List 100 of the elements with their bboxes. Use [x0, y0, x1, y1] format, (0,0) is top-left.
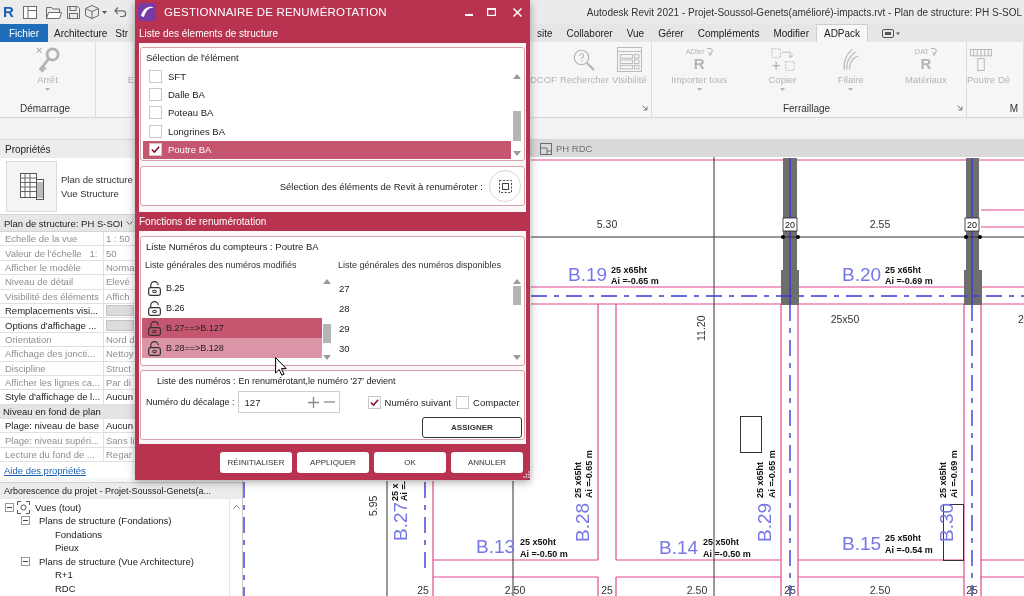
property-name: Lecture du fond de ...: [4, 449, 96, 461]
tree-item[interactable]: Plans de structure (Vue Architecture): [39, 555, 194, 567]
ribbon-tab[interactable]: Collaborer: [559, 24, 620, 42]
check-icon: [369, 398, 379, 406]
tree-item[interactable]: Vues (tout): [35, 501, 82, 513]
opening-outline: [740, 416, 762, 453]
available-number-item[interactable]: 28: [339, 302, 350, 314]
padlock-icon: [148, 300, 161, 316]
select-elements-button[interactable]: [489, 170, 521, 202]
checkbox[interactable]: [149, 88, 162, 102]
curved-lines-icon: [842, 48, 860, 71]
ribbon-tab[interactable]: site: [530, 24, 560, 42]
save-icon[interactable]: [66, 5, 80, 19]
modified-number-item[interactable]: B.26: [142, 298, 322, 318]
section-header: Fonctions de renumérotation: [139, 216, 267, 227]
view-tab[interactable]: PH RDC: [537, 141, 599, 156]
modified-number-item[interactable]: B.25: [142, 278, 322, 298]
edit-button[interactable]: [106, 305, 134, 317]
scroll-up-icon[interactable]: [513, 74, 521, 79]
scrollbar-thumb[interactable]: [323, 324, 331, 343]
available-number-item[interactable]: 27: [339, 282, 350, 294]
beam-section-text: 25 x50ht: [885, 533, 922, 543]
checkbox-label[interactable]: Compacter: [473, 396, 520, 408]
scroll-down-icon[interactable]: [513, 355, 521, 360]
ribbon-tab[interactable]: Compléments: [690, 24, 767, 42]
collapse-icon[interactable]: [21, 556, 30, 566]
tree-item[interactable]: Pieux: [55, 542, 79, 553]
list-window-icon: [616, 47, 642, 72]
ribbon-tab[interactable]: Fichier: [0, 24, 48, 42]
launcher-arrow-icon[interactable]: [957, 105, 963, 111]
ribbon-tab[interactable]: Architecture: [50, 24, 112, 42]
collapse-icon[interactable]: [5, 502, 14, 512]
checkbox[interactable]: [367, 395, 381, 409]
checkbox[interactable]: [149, 143, 162, 157]
group-label: Démarrage: [20, 102, 71, 114]
list-header: Liste générales des numéros modifiés: [144, 259, 298, 271]
element-list-item[interactable]: Longrines BA: [143, 122, 511, 141]
element-list-item[interactable]: SFT: [143, 67, 511, 86]
scrollbar-thumb[interactable]: [513, 286, 521, 305]
caret-icon[interactable]: [101, 10, 107, 14]
element-list-item[interactable]: Dalle BA: [143, 85, 511, 104]
resize-grip-icon[interactable]: [523, 471, 530, 478]
panel-toggle-icon[interactable]: [882, 28, 901, 38]
scroll-up-icon[interactable]: [513, 279, 521, 284]
apply-button[interactable]: APPLIQUER: [297, 451, 369, 473]
collapse-icon[interactable]: [21, 516, 30, 525]
checkbox[interactable]: [149, 124, 162, 138]
minus-icon[interactable]: [323, 401, 335, 403]
property-name: Plage: niveau de base: [4, 420, 101, 432]
plus-icon[interactable]: [307, 396, 319, 408]
tree-item[interactable]: RDC: [55, 582, 76, 594]
tree-item[interactable]: Plans de structure (Fondations): [39, 515, 172, 526]
counter-label: Liste Numéros du compteurs : Poutre BA: [145, 241, 320, 253]
ribbon-tab[interactable]: Vue: [619, 24, 652, 42]
column-tag: 20: [964, 217, 980, 232]
app-logo[interactable]: R: [3, 4, 14, 20]
open-folder-icon[interactable]: [45, 5, 62, 19]
checkbox[interactable]: [456, 395, 470, 409]
modified-number-item[interactable]: B.27==>B.127: [142, 318, 322, 338]
assign-button[interactable]: ASSIGNER: [422, 417, 522, 438]
ribbon-tab[interactable]: Str: [111, 24, 133, 42]
checkbox[interactable]: [149, 106, 162, 120]
available-number-item[interactable]: 29: [339, 322, 350, 334]
ribbon-tab[interactable]: ADPack: [815, 24, 869, 42]
scroll-up-icon[interactable]: [232, 505, 240, 510]
checkbox-label[interactable]: Numéro suivant: [384, 396, 452, 408]
element-list-item[interactable]: Poutre BA: [143, 140, 511, 159]
cube-icon[interactable]: [84, 5, 99, 19]
ok-button[interactable]: OK: [374, 451, 446, 473]
beam-label: B.27: [390, 501, 411, 541]
scroll-up-icon[interactable]: [323, 279, 331, 284]
reset-button[interactable]: RÉINITIALISER: [220, 451, 292, 473]
panel-title: Sélection de l'élément: [145, 52, 240, 64]
tree-item[interactable]: R+1: [55, 569, 73, 580]
offset-field[interactable]: 127: [237, 391, 340, 413]
tree-item[interactable]: Fondations: [55, 528, 102, 540]
dimension-text: 11.20: [695, 315, 707, 341]
property-name: Echelle de la vue: [4, 233, 79, 245]
scrollbar-thumb[interactable]: [513, 111, 521, 141]
checkbox[interactable]: [149, 69, 162, 83]
property-name: Valeur de l'échelle 1:: [4, 247, 99, 259]
ribbon-tab[interactable]: Modifier: [766, 24, 816, 42]
maximize-icon[interactable]: [487, 8, 496, 16]
layout-icon[interactable]: [22, 5, 37, 19]
undo-icon[interactable]: [113, 7, 127, 17]
close-icon[interactable]: [513, 7, 522, 17]
padlock-icon: [148, 320, 161, 336]
property-value[interactable]: Aucun: [106, 420, 133, 432]
type-selector[interactable]: Plan de structure: PH S-SOI: [0, 215, 134, 231]
element-list-item[interactable]: Poteau BA: [143, 103, 511, 123]
edit-button[interactable]: [106, 319, 134, 331]
launcher-arrow-icon[interactable]: [642, 105, 648, 111]
ribbon-tab[interactable]: Gérer: [651, 24, 691, 42]
beam-elevation-text: Ai =-0.69 m: [949, 450, 959, 498]
cancel-button[interactable]: ANNULER: [451, 451, 523, 473]
property-name: Afficher le modèle: [4, 261, 82, 273]
available-number-item[interactable]: 30: [339, 342, 350, 354]
scroll-down-icon[interactable]: [323, 355, 331, 360]
modified-number-item[interactable]: B.28==>B.128: [142, 338, 322, 358]
property-value[interactable]: Aucun: [106, 391, 133, 403]
